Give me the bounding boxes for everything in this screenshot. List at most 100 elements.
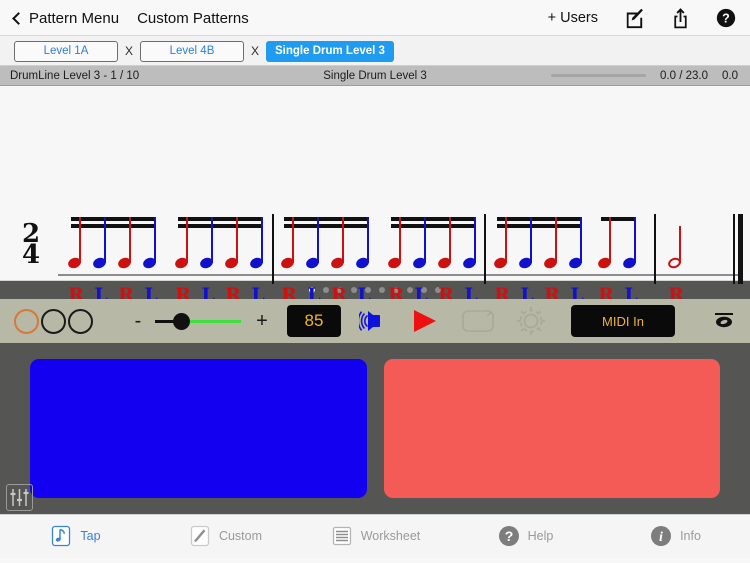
pencil-icon (188, 524, 212, 548)
note-stem (424, 217, 426, 263)
question-circle-icon: ? (497, 524, 521, 548)
tab-level-1a[interactable]: Level 1A (14, 40, 118, 62)
note-stem (79, 217, 81, 263)
note-stem (154, 217, 156, 263)
tab-level-4b[interactable]: Level 4B (140, 40, 244, 62)
note-stem (367, 217, 369, 263)
compose-icon[interactable] (624, 8, 645, 29)
beam (284, 224, 369, 228)
mixer-icon[interactable] (6, 484, 33, 511)
note-stem (186, 217, 188, 263)
tempo-decrease-button[interactable]: - (127, 310, 149, 333)
tab-tap-label: Tap (80, 529, 101, 543)
tempo-increase-button[interactable]: + (251, 310, 273, 333)
lesson-progress-label: DrumLine Level 3 - 1 / 10 (10, 69, 140, 82)
whole-note-icon[interactable] (708, 304, 740, 339)
note-stem (609, 217, 611, 263)
page-title: Custom Patterns (137, 9, 249, 27)
barline (738, 214, 743, 284)
tempo-slider-track-right (189, 320, 241, 323)
note-stem (580, 217, 582, 263)
lines-icon (330, 524, 354, 548)
help-icon[interactable]: ? (716, 8, 736, 28)
time-readout: 0.0 / 23.0 (660, 69, 708, 82)
eighth-note-icon (49, 524, 73, 548)
note-stem (236, 217, 238, 263)
tab-custom[interactable]: Custom (150, 524, 300, 548)
volume-circle-2[interactable] (41, 308, 66, 334)
note-stem (449, 217, 451, 263)
svg-text:?: ? (722, 12, 730, 26)
tab-tap[interactable]: Tap (0, 524, 150, 548)
tab-close-level-1a[interactable]: X (118, 44, 140, 58)
barline (654, 214, 656, 284)
beam (601, 217, 636, 221)
note-stem (292, 217, 294, 263)
tab-worksheet-label: Worksheet (360, 529, 421, 543)
loop-icon[interactable] (461, 308, 495, 334)
status-right-group: 0.0 / 23.0 0.0 (551, 70, 738, 82)
tempo-bpm-display[interactable]: 85 (287, 305, 341, 337)
note-stem (555, 217, 557, 263)
playback-progress-bar[interactable] (551, 74, 647, 77)
beam (178, 217, 263, 221)
note-stem (104, 217, 106, 263)
tab-worksheet[interactable]: Worksheet (300, 524, 450, 548)
note-stem (634, 217, 636, 263)
bottom-toolbar: Tap Custom Worksheet ? Help i Info (0, 514, 750, 557)
note-stem (342, 217, 344, 263)
gear-icon[interactable] (515, 305, 547, 337)
note-stem (399, 217, 401, 263)
tab-close-level-4b[interactable]: X (244, 44, 266, 58)
midi-in-button[interactable]: MIDI In (571, 305, 675, 337)
score-readout: 0.0 (722, 69, 738, 82)
add-users-button[interactable]: + Users (548, 10, 598, 26)
volume-circle-1[interactable] (14, 308, 39, 334)
drum-pad-area (0, 343, 750, 514)
page-dot-2[interactable] (323, 287, 329, 293)
share-icon[interactable] (671, 7, 690, 29)
barline (733, 214, 735, 284)
tab-single-drum-level-3[interactable]: Single Drum Level 3 (266, 40, 394, 62)
beam (284, 217, 369, 221)
right-hand-pad[interactable] (383, 359, 720, 498)
navbar-actions: + Users ? (548, 7, 736, 29)
svg-text:i: i (659, 530, 663, 545)
note-stem (211, 217, 213, 263)
back-button[interactable]: Pattern Menu (12, 9, 120, 27)
note-stem (679, 226, 681, 263)
staff-line (58, 274, 738, 276)
beam (178, 224, 263, 228)
chevron-left-icon (12, 11, 25, 25)
beam (71, 217, 156, 221)
time-signature: 2 4 (18, 221, 44, 270)
tab-info[interactable]: i Info (600, 524, 750, 548)
time-signature-denominator: 4 (21, 240, 41, 270)
speaker-icon[interactable] (359, 306, 393, 336)
tab-help[interactable]: ? Help (450, 524, 600, 548)
tab-info-label: Info (680, 529, 701, 543)
tab-help-label: Help (527, 529, 554, 543)
note-stem (317, 217, 319, 263)
volume-circle-3[interactable] (68, 308, 93, 334)
page-dot-6[interactable] (379, 287, 385, 293)
beam (391, 217, 476, 221)
left-hand-pad[interactable] (30, 359, 367, 498)
info-circle-icon: i (649, 524, 673, 548)
volume-level-indicator[interactable] (14, 308, 93, 334)
back-button-label: Pattern Menu (29, 9, 120, 27)
music-notation-area[interactable]: 2 4 RLRLRLRLRLRLRLRLRLRLRLR (0, 86, 750, 306)
beam (71, 224, 156, 228)
note-stem (129, 217, 131, 263)
tab-custom-label: Custom (218, 529, 263, 543)
tempo-slider-knob[interactable] (173, 313, 190, 330)
beam (497, 224, 582, 228)
tempo-slider[interactable] (155, 312, 241, 330)
play-button[interactable] (409, 306, 439, 336)
svg-text:?: ? (504, 528, 513, 544)
status-bar: DrumLine Level 3 - 1 / 10 Single Drum Le… (0, 66, 750, 86)
barline (484, 214, 486, 284)
transport-bar: - + 85 MIDI In (0, 299, 750, 343)
pattern-tab-strip: Level 1A X Level 4B X Single Drum Level … (0, 36, 750, 66)
barline (272, 214, 274, 284)
